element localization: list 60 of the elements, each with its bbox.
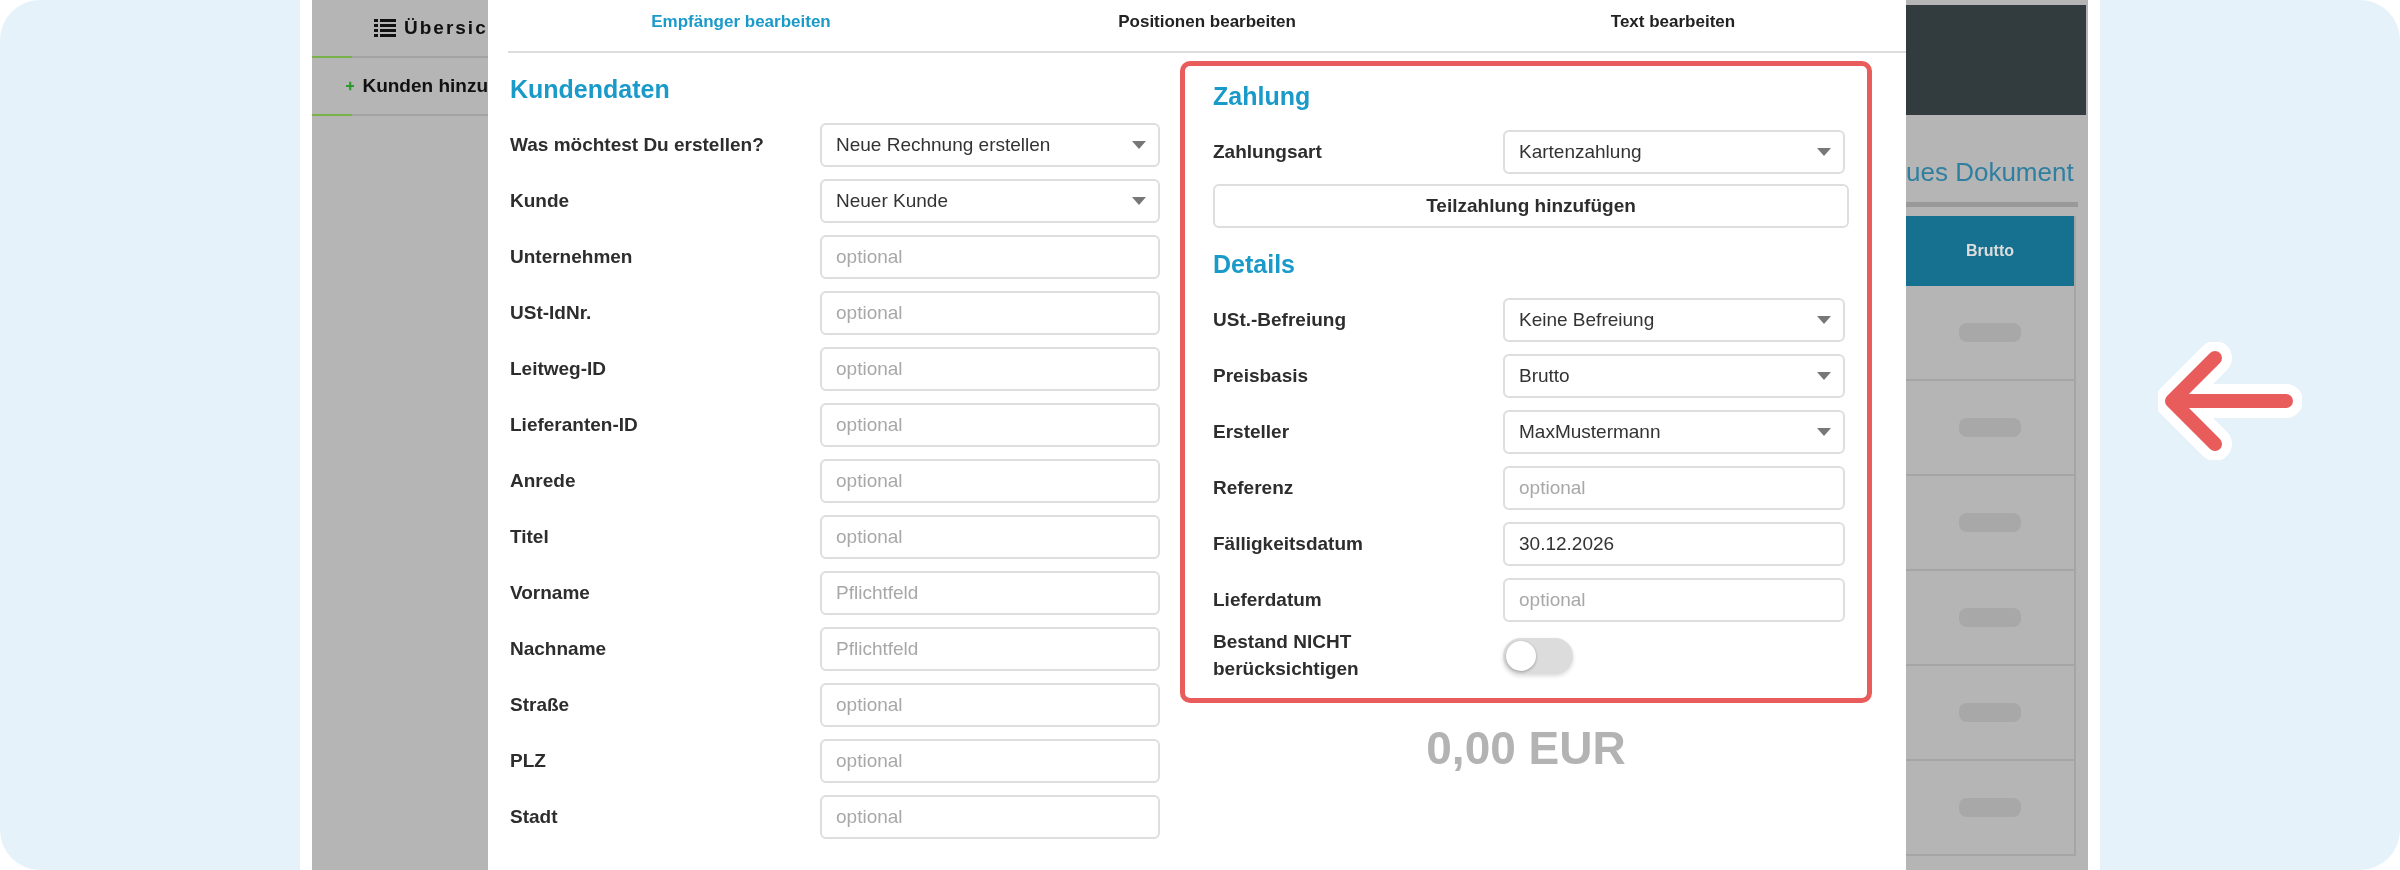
field-label: Nachname xyxy=(510,636,608,661)
input-field[interactable]: Pflichtfeld xyxy=(820,571,1160,615)
field-label: Lieferdatum xyxy=(1213,587,1323,612)
tab[interactable]: Positionen bearbeiten xyxy=(974,0,1440,51)
toggle-switch[interactable] xyxy=(1503,638,1573,674)
input-field[interactable]: optional xyxy=(820,515,1160,559)
field-label: Zahlungsart xyxy=(1213,139,1323,164)
input-field[interactable]: optional xyxy=(820,291,1160,335)
field-label: Was möchtest Du erstellen? xyxy=(510,132,765,157)
field-label: Unternehmen xyxy=(510,244,634,269)
section-heading: Details xyxy=(1213,248,1296,280)
field-label: Referenz xyxy=(1213,475,1295,500)
input-field[interactable]: optional xyxy=(820,683,1160,727)
input-field[interactable]: optional xyxy=(1503,578,1845,622)
input-field[interactable]: 30.12.2026 xyxy=(1503,522,1845,566)
section-heading: Zahlung xyxy=(1213,80,1312,112)
caret-icon xyxy=(1132,197,1146,205)
select-field[interactable]: Neue Rechnung erstellen xyxy=(820,123,1160,167)
caret-icon xyxy=(1132,141,1146,149)
nav-item[interactable]: Kunden hinzu xyxy=(362,75,488,97)
arrow-icon xyxy=(2158,342,2302,460)
column-header: Brutto xyxy=(1906,216,2074,286)
input-field[interactable]: optional xyxy=(820,403,1160,447)
select-field[interactable]: Neuer Kunde xyxy=(820,179,1160,223)
add-partial-payment-button[interactable]: Teilzahlung hinzufügen xyxy=(1213,184,1849,228)
input-field[interactable]: Pflichtfeld xyxy=(820,627,1160,671)
select-field[interactable]: Kartenzahlung xyxy=(1503,130,1845,174)
input-field[interactable]: optional xyxy=(820,459,1160,503)
select-field[interactable]: Brutto xyxy=(1503,354,1845,398)
field-label: Straße xyxy=(510,692,571,717)
field-label: Titel xyxy=(510,524,550,549)
field-label: Anrede xyxy=(510,468,577,493)
section-heading: Kundendaten xyxy=(510,73,671,105)
caret-icon xyxy=(1817,148,1831,156)
field-label: Fälligkeitsdatum xyxy=(1213,531,1364,556)
field-label: Kunde xyxy=(510,188,571,213)
nav-item[interactable]: Übersic xyxy=(404,17,488,39)
input-field[interactable]: optional xyxy=(820,235,1160,279)
caret-icon xyxy=(1817,372,1831,380)
caret-icon xyxy=(1817,428,1831,436)
field-label: Bestand NICHT berücksichtigen xyxy=(1213,630,1360,681)
tab[interactable]: Text bearbeiten xyxy=(1440,0,1906,51)
field-label: Lieferanten-ID xyxy=(510,412,639,437)
field-label: USt.-Befreiung xyxy=(1213,307,1347,332)
field-label: Leitweg-ID xyxy=(510,356,608,381)
field-label: USt-IdNr. xyxy=(510,300,593,325)
field-label: Ersteller xyxy=(1213,419,1291,444)
caret-icon xyxy=(1817,316,1831,324)
field-label: PLZ xyxy=(510,748,547,773)
field-label: Preisbasis xyxy=(1213,363,1310,388)
list-icon xyxy=(374,19,396,37)
select-field[interactable]: Keine Befreiung xyxy=(1503,298,1845,342)
input-field[interactable]: optional xyxy=(1503,466,1845,510)
field-label: Stadt xyxy=(510,804,559,829)
input-field[interactable]: optional xyxy=(820,739,1160,783)
input-field[interactable]: optional xyxy=(820,347,1160,391)
field-label: Vorname xyxy=(510,580,591,605)
total-amount: 0,00 EUR xyxy=(1426,721,1626,775)
select-field[interactable]: MaxMustermann xyxy=(1503,410,1845,454)
input-field[interactable]: optional xyxy=(820,795,1160,839)
